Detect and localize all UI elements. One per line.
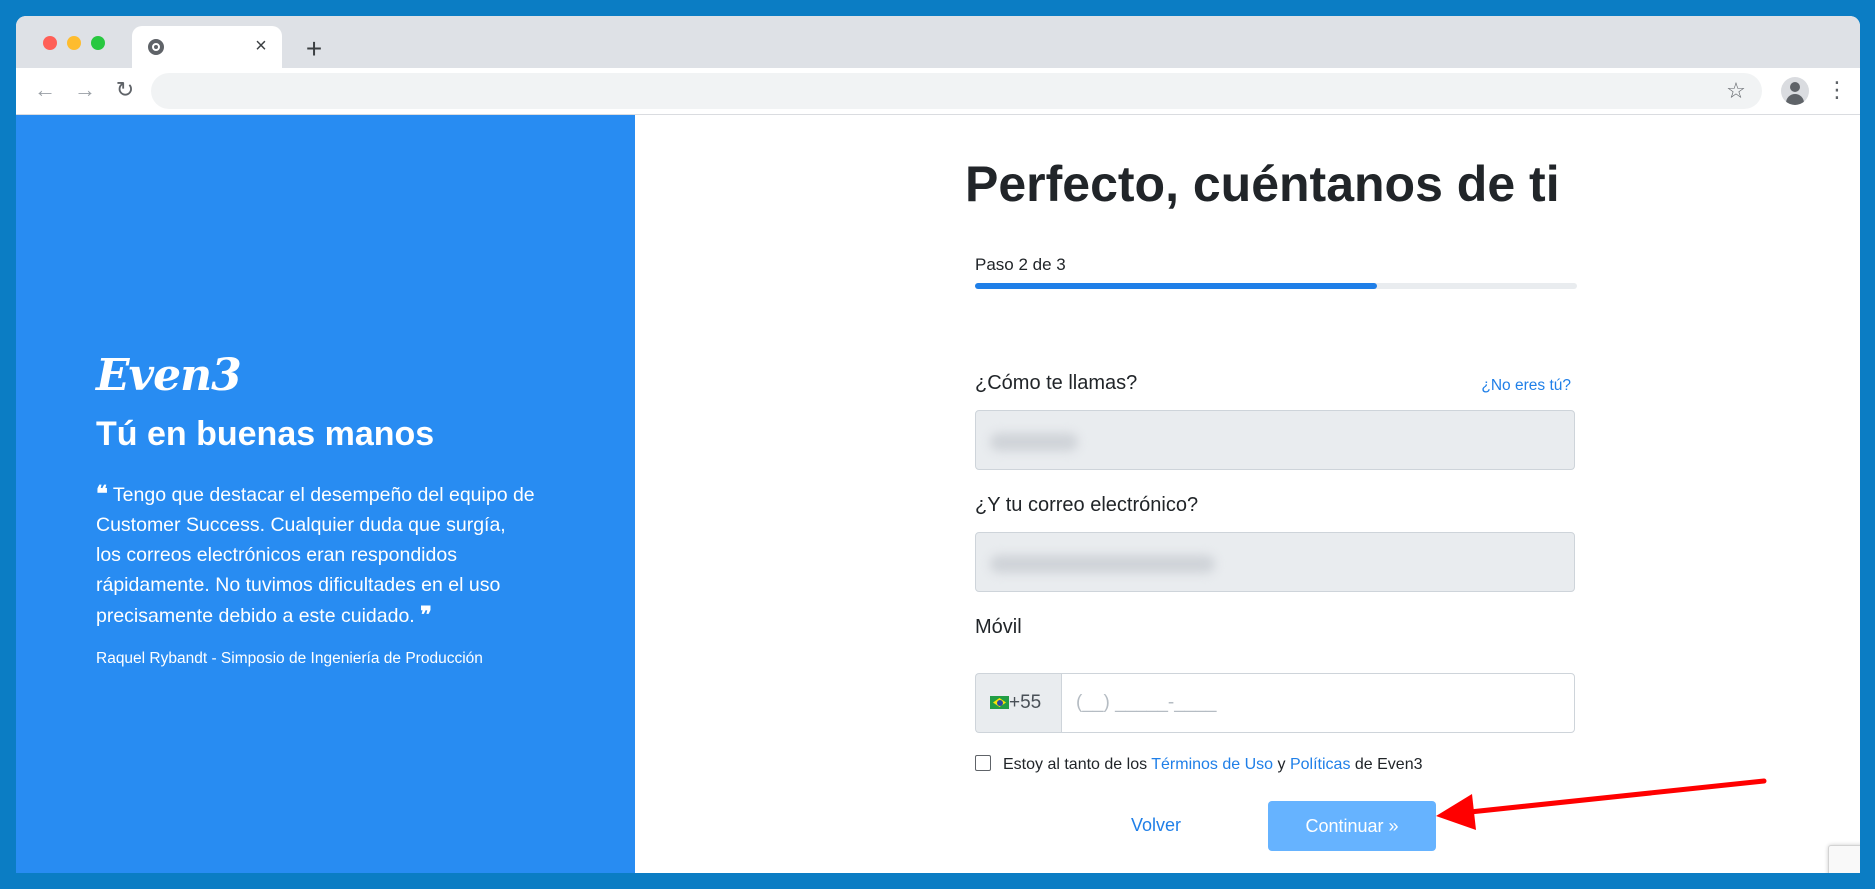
- quote-close-icon: ❞: [420, 602, 432, 628]
- name-label: ¿Cómo te llamas?: [975, 372, 1138, 394]
- tab-strip: × +: [16, 16, 1860, 68]
- browser-toolbar: ← → ↻ ☆ ⋮: [16, 68, 1860, 115]
- terms-checkbox[interactable]: [975, 755, 991, 771]
- testimonial-panel: Even3 Tú en buenas manos ❝ Tengo que des…: [16, 115, 635, 873]
- chrome-favicon-icon: [148, 39, 164, 55]
- minimize-window-button[interactable]: [67, 36, 81, 50]
- back-button[interactable]: Volver: [1131, 815, 1181, 836]
- policies-link[interactable]: Políticas: [1290, 756, 1350, 773]
- testimonial-quote: ❝ Tengo que destacar el desempeño del eq…: [96, 479, 536, 631]
- even3-logo: Even3: [96, 350, 242, 401]
- address-bar[interactable]: ☆: [151, 73, 1762, 109]
- country-code: +55: [1009, 692, 1042, 713]
- redacted-email: [990, 555, 1215, 573]
- signup-form: Perfecto, cuéntanos de ti Paso 2 de 3 ¿C…: [635, 115, 1860, 873]
- name-field[interactable]: [975, 410, 1575, 470]
- tagline: Tú en buenas manos: [96, 415, 435, 453]
- phone-group: +55: [975, 673, 1575, 733]
- brazil-flag-icon: [990, 696, 1009, 709]
- terms-prefix: Estoy al tanto de los: [1003, 756, 1152, 773]
- quote-open-icon: ❝: [96, 481, 108, 507]
- more-menu-icon[interactable]: ⋮: [1826, 76, 1848, 104]
- back-arrow-icon[interactable]: ←: [31, 76, 59, 104]
- phone-label: Móvil: [975, 616, 1022, 638]
- page-content: Even3 Tú en buenas manos ❝ Tengo que des…: [16, 115, 1860, 873]
- terms-and: y: [1273, 756, 1290, 773]
- browser-tab[interactable]: ×: [132, 26, 282, 68]
- step-progress-bar: [975, 283, 1577, 289]
- not-you-link[interactable]: ¿No eres tú?: [1481, 377, 1571, 395]
- step-label: Paso 2 de 3: [975, 255, 1066, 274]
- country-code-select[interactable]: +55: [975, 673, 1061, 733]
- new-tab-button[interactable]: +: [299, 35, 329, 65]
- recaptcha-badge[interactable]: [1828, 845, 1860, 873]
- browser-window: × + ← → ↻ ☆ ⋮ Even3 Tú en buenas manos ❝…: [16, 16, 1860, 873]
- reload-icon[interactable]: ↻: [111, 76, 139, 104]
- continue-button[interactable]: Continuar »: [1268, 801, 1436, 851]
- phone-input[interactable]: [1061, 673, 1575, 733]
- redacted-name: [990, 433, 1078, 451]
- email-label: ¿Y tu correo electrónico?: [975, 494, 1199, 516]
- step-progress-fill: [975, 283, 1377, 289]
- bookmark-star-icon[interactable]: ☆: [1722, 77, 1750, 105]
- close-icon[interactable]: ×: [250, 35, 272, 57]
- quote-author: Raquel Rybandt - Simposio de Ingeniería …: [96, 650, 483, 667]
- close-window-button[interactable]: [43, 36, 57, 50]
- terms-suffix: de Even3: [1350, 756, 1423, 773]
- quote-text: Tengo que destacar el desempeño del equi…: [96, 484, 535, 627]
- forward-arrow-icon[interactable]: →: [71, 76, 99, 104]
- page-title: Perfecto, cuéntanos de ti: [965, 156, 1560, 212]
- email-field[interactable]: [975, 532, 1575, 592]
- profile-avatar-icon[interactable]: [1781, 77, 1809, 105]
- terms-row: Estoy al tanto de los Términos de Uso y …: [975, 755, 1423, 774]
- terms-of-use-link[interactable]: Términos de Uso: [1151, 756, 1273, 773]
- zoom-window-button[interactable]: [91, 36, 105, 50]
